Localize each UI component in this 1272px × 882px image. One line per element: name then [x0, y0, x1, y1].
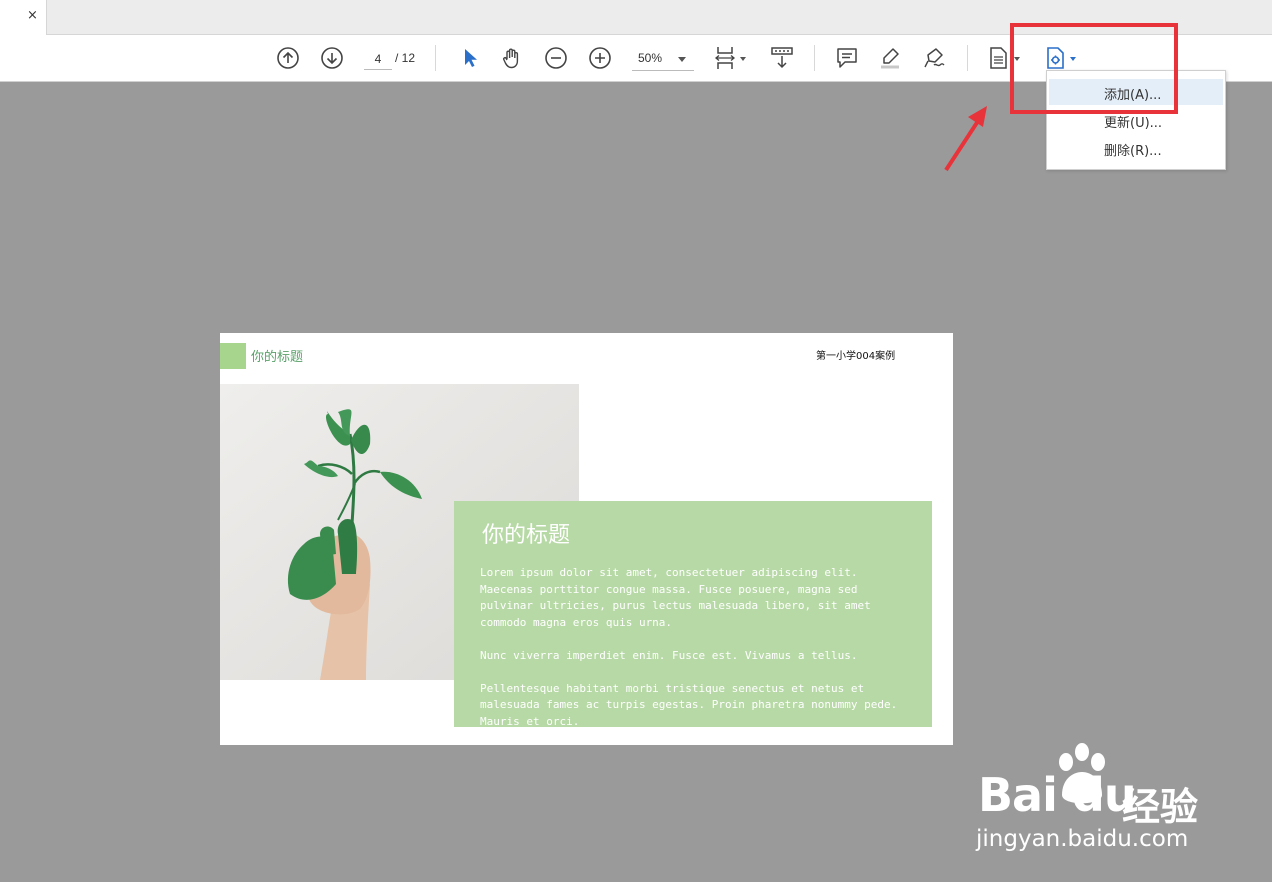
tab-close-button[interactable]: × — [27, 8, 38, 23]
chevron-down-icon — [678, 57, 686, 62]
zoom-in-icon[interactable] — [587, 45, 613, 71]
text-panel: 你的标题 Lorem ipsum dolor sit amet, consect… — [454, 501, 932, 727]
document-tab[interactable]: × — [0, 0, 47, 35]
slide-header-right: 第一小学004案例 — [816, 351, 896, 362]
menu-item-delete[interactable]: 删除(R)... — [1049, 135, 1223, 161]
zoom-value: 50% — [638, 51, 663, 65]
zoom-out-icon[interactable] — [543, 45, 569, 71]
toolbar-separator — [435, 45, 436, 71]
prev-page-icon[interactable] — [275, 45, 301, 71]
document-page: 你的标题 第一小学004案例 你的标题 Lorem ipsum dolor si… — [220, 333, 953, 745]
header-accent-square — [220, 343, 246, 369]
annotation-arrow-icon — [944, 106, 987, 172]
hand-tool-icon[interactable] — [499, 45, 525, 71]
select-cursor-icon[interactable] — [456, 45, 482, 71]
panel-body: Lorem ipsum dolor sit amet, consectetuer… — [480, 565, 920, 727]
menu-item-label: 删除(R)... — [1104, 144, 1162, 159]
panel-paragraph: Lorem ipsum dolor sit amet, consectetuer… — [480, 566, 871, 629]
toolbar-separator — [967, 45, 968, 71]
next-page-icon[interactable] — [319, 45, 345, 71]
fit-page-caret-icon[interactable] — [740, 57, 746, 61]
watermark-cn-text: 经验 — [1122, 785, 1199, 829]
highlight-icon[interactable] — [877, 45, 903, 71]
comment-icon[interactable] — [834, 45, 860, 71]
menu-item-label: 更新(U)... — [1104, 116, 1163, 131]
panel-title: 你的标题 — [482, 523, 571, 548]
sign-icon[interactable] — [921, 45, 947, 71]
zoom-select[interactable]: 50% — [632, 48, 694, 71]
baidu-watermark: Bai du 经验 jingyan.baidu.com — [972, 740, 1212, 860]
panel-paragraph: Pellentesque habitant morbi tristique se… — [480, 681, 898, 728]
page-menu-icon[interactable] — [985, 45, 1011, 71]
slide-header-title: 你的标题 — [251, 350, 304, 365]
toolbar-separator — [814, 45, 815, 71]
watermark-logo-text: Bai du — [978, 768, 1137, 822]
annotation-highlight-box — [1010, 23, 1178, 114]
page-total: / 12 — [395, 51, 416, 65]
scroll-mode-icon[interactable] — [769, 45, 795, 71]
panel-paragraph: Nunc viverra imperdiet enim. Fusce est. … — [480, 648, 858, 662]
fit-page-icon[interactable] — [712, 45, 738, 71]
page-number-input[interactable]: 4 — [364, 49, 392, 70]
watermark-url: jingyan.baidu.com — [976, 826, 1189, 852]
